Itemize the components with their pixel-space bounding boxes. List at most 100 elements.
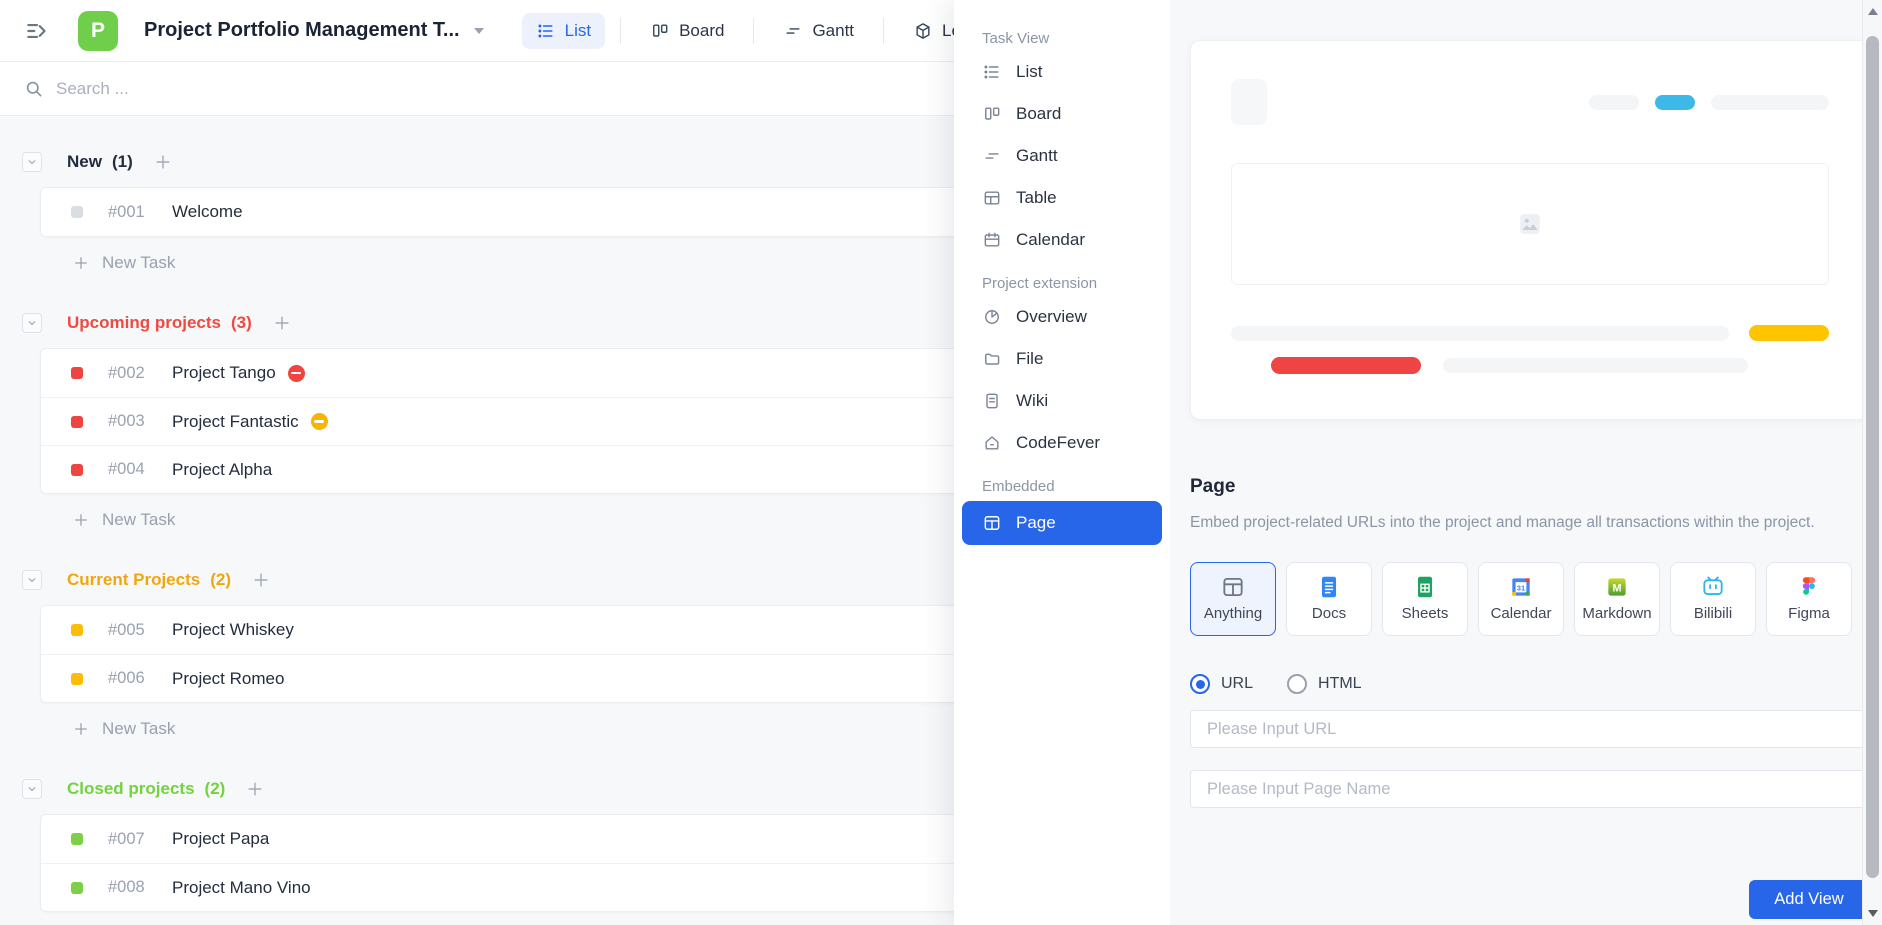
menu-item-label: CodeFever xyxy=(1016,433,1100,453)
sidebar-toggle-icon[interactable] xyxy=(24,18,50,44)
task-title: Project Alpha xyxy=(172,460,272,480)
embed-option-calendar[interactable]: 31Calendar xyxy=(1478,562,1564,636)
page-icon xyxy=(982,513,1002,533)
radio-circle-icon[interactable] xyxy=(1287,674,1307,694)
status-square[interactable] xyxy=(71,416,83,428)
group-add-button[interactable] xyxy=(153,152,173,172)
group-add-button[interactable] xyxy=(272,313,292,333)
menu-item-label: Overview xyxy=(1016,307,1087,327)
docs-icon xyxy=(1316,574,1342,600)
skeleton-pill xyxy=(1711,95,1829,110)
task-title: Project Fantastic xyxy=(172,412,299,432)
menu-item-calendar[interactable]: Calendar xyxy=(954,219,1170,261)
task-id: #006 xyxy=(108,669,160,688)
config-panel: Page Embed project-related URLs into the… xyxy=(1170,0,1882,925)
scroll-up-arrow[interactable] xyxy=(1868,8,1878,15)
wiki-icon xyxy=(982,391,1002,411)
tab-separator xyxy=(753,18,754,44)
add-view-button[interactable]: Add View xyxy=(1749,880,1869,919)
group-add-button[interactable] xyxy=(251,570,271,590)
menu-section-label: Task View xyxy=(954,30,1170,51)
embed-option-label: Bilibili xyxy=(1694,605,1732,622)
page-name-input[interactable] xyxy=(1190,770,1870,808)
task-title: Project Romeo xyxy=(172,669,284,689)
menu-item-codefever[interactable]: CodeFever xyxy=(954,422,1170,464)
status-square[interactable] xyxy=(71,833,83,845)
group-collapse-button[interactable] xyxy=(22,313,42,333)
skeleton-bar xyxy=(1443,358,1748,373)
plus-icon xyxy=(72,254,90,272)
embed-option-label: Markdown xyxy=(1582,605,1651,622)
menu-item-label: List xyxy=(1016,62,1042,82)
status-square[interactable] xyxy=(71,464,83,476)
folder-icon xyxy=(982,349,1002,369)
new-task-label: New Task xyxy=(102,719,175,739)
status-square[interactable] xyxy=(71,882,83,894)
group-add-button[interactable] xyxy=(245,779,265,799)
search-input[interactable] xyxy=(56,79,656,99)
menu-section-label: Project extension xyxy=(954,275,1170,296)
new-task-button[interactable]: New Task xyxy=(72,245,175,281)
scrollbar-thumb[interactable] xyxy=(1866,36,1879,878)
tab-separator xyxy=(883,18,884,44)
embed-option-sheets[interactable]: Sheets xyxy=(1382,562,1468,636)
task-title: Project Mano Vino xyxy=(172,878,311,898)
menu-item-file[interactable]: File xyxy=(954,338,1170,380)
tab-gantt[interactable]: Gantt xyxy=(769,13,868,49)
tab-label: Gantt xyxy=(812,21,854,41)
tab-list[interactable]: List xyxy=(522,13,605,49)
menu-item-label: Table xyxy=(1016,188,1057,208)
embed-option-label: Anything xyxy=(1204,605,1262,622)
status-square[interactable] xyxy=(71,673,83,685)
menu-item-list[interactable]: List xyxy=(954,51,1170,93)
new-task-button[interactable]: New Task xyxy=(72,920,175,925)
group-collapse-button[interactable] xyxy=(22,152,42,172)
status-square[interactable] xyxy=(71,624,83,636)
embed-option-label: Calendar xyxy=(1491,605,1552,622)
menu-item-board[interactable]: Board xyxy=(954,93,1170,135)
gantt-icon xyxy=(982,146,1002,166)
embed-option-bilibili[interactable]: Bilibili xyxy=(1670,562,1756,636)
scroll-down-arrow[interactable] xyxy=(1868,910,1878,917)
menu-item-wiki[interactable]: Wiki xyxy=(954,380,1170,422)
page-title: Project Portfolio Management T... xyxy=(144,19,460,42)
preview-skeleton-header xyxy=(1231,79,1829,125)
menu-item-label: Board xyxy=(1016,104,1061,124)
tab-board[interactable]: Board xyxy=(636,13,738,49)
title-caret-icon[interactable] xyxy=(474,28,484,34)
anything-icon xyxy=(1220,574,1246,600)
task-id: #007 xyxy=(108,830,160,849)
group-collapse-button[interactable] xyxy=(22,779,42,799)
new-task-button[interactable]: New Task xyxy=(72,502,175,538)
group-count: (3) xyxy=(231,313,252,333)
gantt-icon xyxy=(783,21,803,41)
preview-card xyxy=(1190,40,1870,420)
list-icon xyxy=(536,21,556,41)
embed-option-markdown[interactable]: MMarkdown xyxy=(1574,562,1660,636)
plus-icon xyxy=(72,720,90,738)
priority-badge xyxy=(288,365,305,382)
menu-item-page[interactable]: Page xyxy=(962,501,1162,545)
embed-option-figma[interactable]: Figma xyxy=(1766,562,1852,636)
menu-item-label: File xyxy=(1016,349,1043,369)
menu-item-gantt[interactable]: Gantt xyxy=(954,135,1170,177)
menu-item-table[interactable]: Table xyxy=(954,177,1170,219)
radio-url[interactable]: URL xyxy=(1190,674,1253,694)
radio-html[interactable]: HTML xyxy=(1287,674,1362,694)
embed-option-anything[interactable]: Anything xyxy=(1190,562,1276,636)
figma-icon xyxy=(1796,574,1822,600)
new-task-button[interactable]: New Task xyxy=(72,711,175,747)
url-input[interactable] xyxy=(1190,710,1870,748)
status-square[interactable] xyxy=(71,206,83,218)
group-collapse-button[interactable] xyxy=(22,570,42,590)
menu-item-label: Page xyxy=(1016,513,1056,533)
task-title: Project Papa xyxy=(172,829,269,849)
codefever-icon xyxy=(982,433,1002,453)
scrollbar[interactable] xyxy=(1862,0,1882,925)
search-icon xyxy=(24,79,44,99)
status-square[interactable] xyxy=(71,367,83,379)
radio-circle-icon[interactable] xyxy=(1190,674,1210,694)
menu-item-overview[interactable]: Overview xyxy=(954,296,1170,338)
embed-option-docs[interactable]: Docs xyxy=(1286,562,1372,636)
group-count: (1) xyxy=(112,152,133,172)
